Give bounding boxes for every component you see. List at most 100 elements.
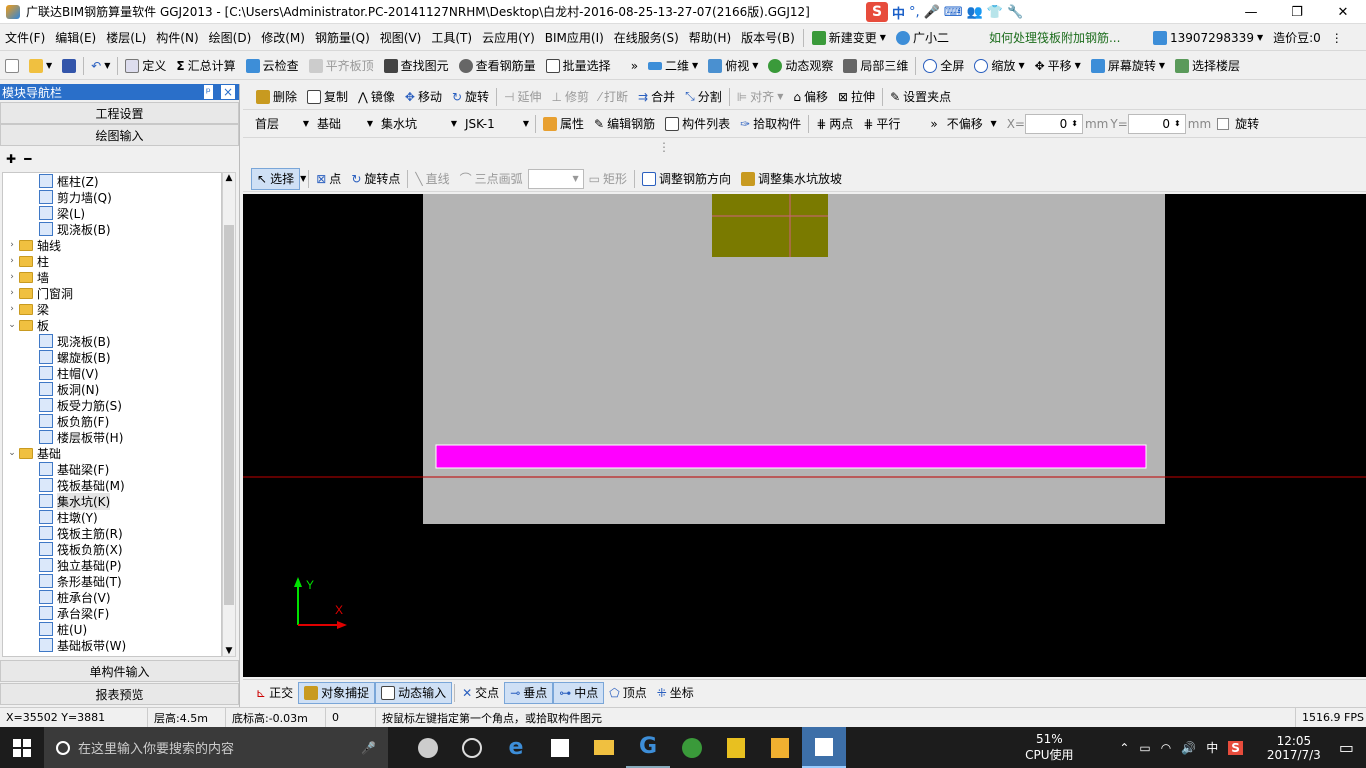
tree-folder[interactable]: › 柱 (3, 253, 221, 269)
assistant-button[interactable]: 广小二 (891, 29, 954, 46)
select-button[interactable]: ↖ 选择 (251, 167, 301, 190)
open-file-icon[interactable]: ▼ (24, 55, 57, 77)
tray-chevron-icon[interactable]: ⌃ (1119, 741, 1129, 755)
define-button[interactable]: 定义 (120, 55, 171, 77)
tree-item[interactable]: 桩(U) (3, 621, 221, 637)
store-icon[interactable] (538, 727, 582, 768)
ime-lang[interactable]: 中 (892, 3, 905, 22)
offset-button[interactable]: ⌂ 偏移 (788, 86, 833, 108)
fullscreen-button[interactable]: 全屏 (918, 55, 969, 77)
collapse-all-icon[interactable]: ━ (24, 152, 31, 166)
tree-item[interactable]: 集水坑(K) (3, 492, 221, 510)
split-button[interactable]: ⤡ 分割 (680, 86, 727, 108)
tree-toggle-icon[interactable]: › (7, 256, 17, 266)
tree-toggle-icon[interactable]: ⌄ (7, 320, 17, 330)
category-select[interactable]: 基础 ▼ (313, 114, 377, 134)
pin-icon[interactable]: ᵖ (203, 85, 213, 99)
name-select[interactable]: JSK-1 ▼ (461, 114, 533, 134)
mic-icon[interactable]: 🎤 (924, 5, 940, 20)
dyn-obs-button[interactable]: 动态观察 (763, 55, 838, 77)
explorer-icon[interactable] (582, 727, 626, 768)
parallel-button[interactable]: ⋕ 平行 (858, 113, 905, 135)
select-dropdown-icon[interactable]: ▼ (300, 174, 306, 183)
tree-item[interactable]: 板受力筋(S) (3, 397, 221, 413)
menu-component[interactable]: 构件(N) (151, 29, 203, 46)
toolbar-handle[interactable]: ⋮ (658, 140, 688, 162)
type-select[interactable]: 集水坑 ▼ (377, 114, 461, 134)
align-button[interactable]: ⊫ 对齐 ▼ (732, 86, 789, 108)
refresh-app-icon[interactable] (670, 727, 714, 768)
drawing-canvas[interactable]: Y X (243, 194, 1366, 677)
tree-item[interactable]: 柱墩(Y) (3, 509, 221, 525)
tree-folder[interactable]: › 墙 (3, 269, 221, 285)
menu-cloud[interactable]: 云应用(Y) (477, 29, 540, 46)
tree-folder[interactable]: › 门窗洞 (3, 285, 221, 301)
tree-scrollbar[interactable]: ▲ ▼ (222, 172, 236, 657)
tree-folder[interactable]: › 轴线 (3, 237, 221, 253)
shirt-icon[interactable]: 👕 (987, 5, 1003, 20)
vertex-button[interactable]: ⬠ 顶点 (604, 682, 651, 704)
perp-button[interactable]: ⊸ 垂点 (504, 681, 554, 704)
property-button[interactable]: 属性 (538, 113, 589, 135)
tree-item[interactable]: 现浇板(B) (3, 221, 221, 237)
tree-item[interactable]: 基础梁(F) (3, 461, 221, 477)
menu-file[interactable]: 文件(F) (0, 29, 50, 46)
menu-modify[interactable]: 修改(M) (256, 29, 310, 46)
tree-item[interactable]: 基础板带(W) (3, 637, 221, 653)
delete-button[interactable]: 删除 (251, 86, 302, 108)
two-point-button[interactable]: ⋕ 两点 (811, 113, 858, 135)
tree-toggle-icon[interactable]: › (7, 304, 17, 314)
pick-button[interactable]: ✑ 拾取构件 (735, 113, 806, 135)
tree-item[interactable]: 剪力墙(Q) (3, 189, 221, 205)
new-file-icon[interactable] (0, 55, 24, 77)
coord-button[interactable]: ⁜ 坐标 (652, 682, 699, 704)
undo-icon[interactable]: ↶ ▼ (86, 55, 115, 77)
arc-button[interactable]: ⌒ 三点画弧 (455, 168, 528, 190)
menu-rebar[interactable]: 钢筋量(Q) (310, 29, 375, 46)
more-icon[interactable]: ⋮ (1326, 31, 1348, 45)
wrench-icon[interactable]: 🔧 (1007, 5, 1023, 20)
floor-select[interactable]: 首层 ▼ (251, 114, 313, 134)
tree-item[interactable]: 筏板主筋(R) (3, 525, 221, 541)
stretch-button[interactable]: ⊠ 拉伸 (833, 86, 880, 108)
ortho-button[interactable]: ⊾ 正交 (251, 682, 298, 704)
tree-item[interactable]: 螺旋板(B) (3, 349, 221, 365)
merge-button[interactable]: ⇉ 合并 (633, 86, 680, 108)
rotate-checkbox[interactable] (1217, 117, 1230, 130)
sump-pit[interactable] (712, 194, 828, 257)
view-dir-button[interactable]: 俯视 ▼ (703, 55, 763, 77)
foundation-beam[interactable] (435, 444, 1147, 469)
tree-item[interactable]: 筏板基础(M) (3, 477, 221, 493)
mid-button[interactable]: ⊶ 中点 (553, 681, 605, 704)
mirror-button[interactable]: ⋀ 镜像 (353, 86, 400, 108)
tray-app-icon[interactable]: ▭ (1139, 741, 1150, 755)
network-icon[interactable]: ◠ (1161, 741, 1171, 755)
report-preview-button[interactable]: 报表预览 (0, 683, 239, 705)
notes-app-icon[interactable] (758, 727, 802, 768)
batch-select-button[interactable]: 批量选择 (541, 55, 616, 77)
drawing-input-button[interactable]: 绘图输入 (0, 124, 239, 146)
tree-item[interactable]: 柱帽(V) (3, 365, 221, 381)
tree-item[interactable]: 板负筋(F) (3, 413, 221, 429)
x-input[interactable]: 0 ⬍ (1024, 113, 1083, 134)
ggj-app-icon[interactable] (802, 727, 846, 768)
volume-icon[interactable]: 🔊 (1181, 741, 1196, 755)
copy-button[interactable]: 复制 (302, 86, 353, 108)
rotate-button[interactable]: ↻ 旋转 (447, 86, 494, 108)
tree-item[interactable]: 独立基础(P) (3, 557, 221, 573)
cloud-check-button[interactable]: 云检查 (241, 55, 304, 77)
view2d-button[interactable]: 二维 ▼ (643, 55, 703, 77)
adj-rebar-button[interactable]: 调整钢筋方向 (637, 168, 736, 190)
local3d-button[interactable]: 局部三维 (838, 55, 913, 77)
sum-button[interactable]: Σ 汇总计算 (171, 55, 240, 77)
tree-item[interactable]: 桩承台(V) (3, 589, 221, 605)
edit-rebar-button[interactable]: ✎ 编辑钢筋 (589, 113, 660, 135)
close-button[interactable]: ✕ (1320, 0, 1366, 24)
tree-toggle-icon[interactable]: › (7, 272, 17, 282)
menu-online[interactable]: 在线服务(S) (609, 29, 684, 46)
intersect-button[interactable]: ✕ 交点 (457, 682, 504, 704)
account-button[interactable]: 13907298339 ▼ (1148, 30, 1268, 45)
keyboard-icon[interactable]: ⌨ (944, 5, 963, 20)
menu-bim[interactable]: BIM应用(I) (540, 29, 609, 46)
menu-help[interactable]: 帮助(H) (684, 29, 736, 46)
